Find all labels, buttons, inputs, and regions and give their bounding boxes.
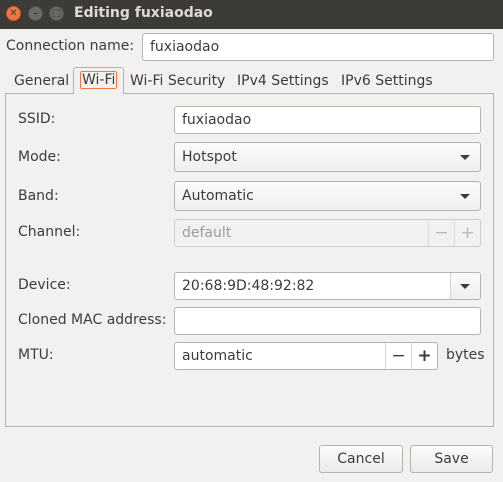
cloned-mac-label: Cloned MAC address:	[18, 312, 167, 328]
tab-wifi-security[interactable]: Wi-Fi Security	[124, 69, 231, 93]
tab-wifi[interactable]: Wi-Fi	[73, 67, 125, 94]
device-dropdown-button[interactable]	[450, 273, 480, 299]
minimize-button[interactable]: –	[28, 6, 43, 21]
channel-spinbox: default − +	[174, 219, 481, 247]
edit-connection-dialog: ✕ – □ Editing fuxiaodao Connection name:…	[0, 0, 503, 482]
minimize-icon: –	[33, 8, 38, 19]
save-button[interactable]: Save	[410, 445, 493, 473]
device-value: 20:68:9D:48:92:82	[182, 278, 315, 294]
chevron-down-icon	[460, 194, 470, 199]
mtu-decrement-button[interactable]: −	[385, 343, 411, 369]
ssid-input[interactable]: fuxiaodao	[174, 106, 481, 134]
mtu-value: automatic	[182, 348, 253, 364]
close-button[interactable]: ✕	[6, 6, 21, 21]
channel-increment-button: +	[454, 220, 480, 246]
maximize-button[interactable]: □	[49, 6, 64, 21]
channel-value: default	[182, 225, 232, 241]
tab-general[interactable]: General	[8, 69, 75, 93]
mode-value: Hotspot	[182, 149, 237, 165]
device-combo-entry[interactable]: 20:68:9D:48:92:82	[174, 272, 481, 300]
channel-label: Channel:	[18, 224, 81, 240]
ssid-label: SSID:	[18, 111, 56, 127]
mtu-spinbox[interactable]: automatic − +	[174, 342, 438, 370]
device-label: Device:	[18, 277, 71, 293]
mtu-label: MTU:	[18, 347, 54, 363]
mtu-unit-label: bytes	[446, 347, 485, 363]
window-title: Editing fuxiaodao	[74, 5, 213, 21]
tab-wifi-label: Wi-Fi	[80, 71, 118, 89]
titlebar: ✕ – □ Editing fuxiaodao	[0, 0, 503, 29]
chevron-down-icon	[460, 284, 470, 289]
cancel-button[interactable]: Cancel	[319, 445, 403, 473]
band-select[interactable]: Automatic	[174, 181, 481, 211]
band-label: Band:	[18, 188, 59, 204]
close-icon: ✕	[9, 8, 18, 19]
chevron-down-icon	[460, 155, 470, 160]
connection-name-label: Connection name:	[6, 38, 135, 54]
maximize-icon: □	[51, 8, 62, 19]
mode-label: Mode:	[18, 149, 61, 165]
channel-decrement-button: −	[428, 220, 454, 246]
mode-select[interactable]: Hotspot	[174, 142, 481, 172]
cloned-mac-input[interactable]	[174, 307, 481, 335]
tab-ipv4-settings[interactable]: IPv4 Settings	[231, 69, 335, 93]
connection-name-input[interactable]: fuxiaodao	[142, 33, 494, 61]
band-value: Automatic	[182, 188, 254, 204]
mtu-increment-button[interactable]: +	[411, 343, 437, 369]
tab-ipv6-settings[interactable]: IPv6 Settings	[335, 69, 439, 93]
